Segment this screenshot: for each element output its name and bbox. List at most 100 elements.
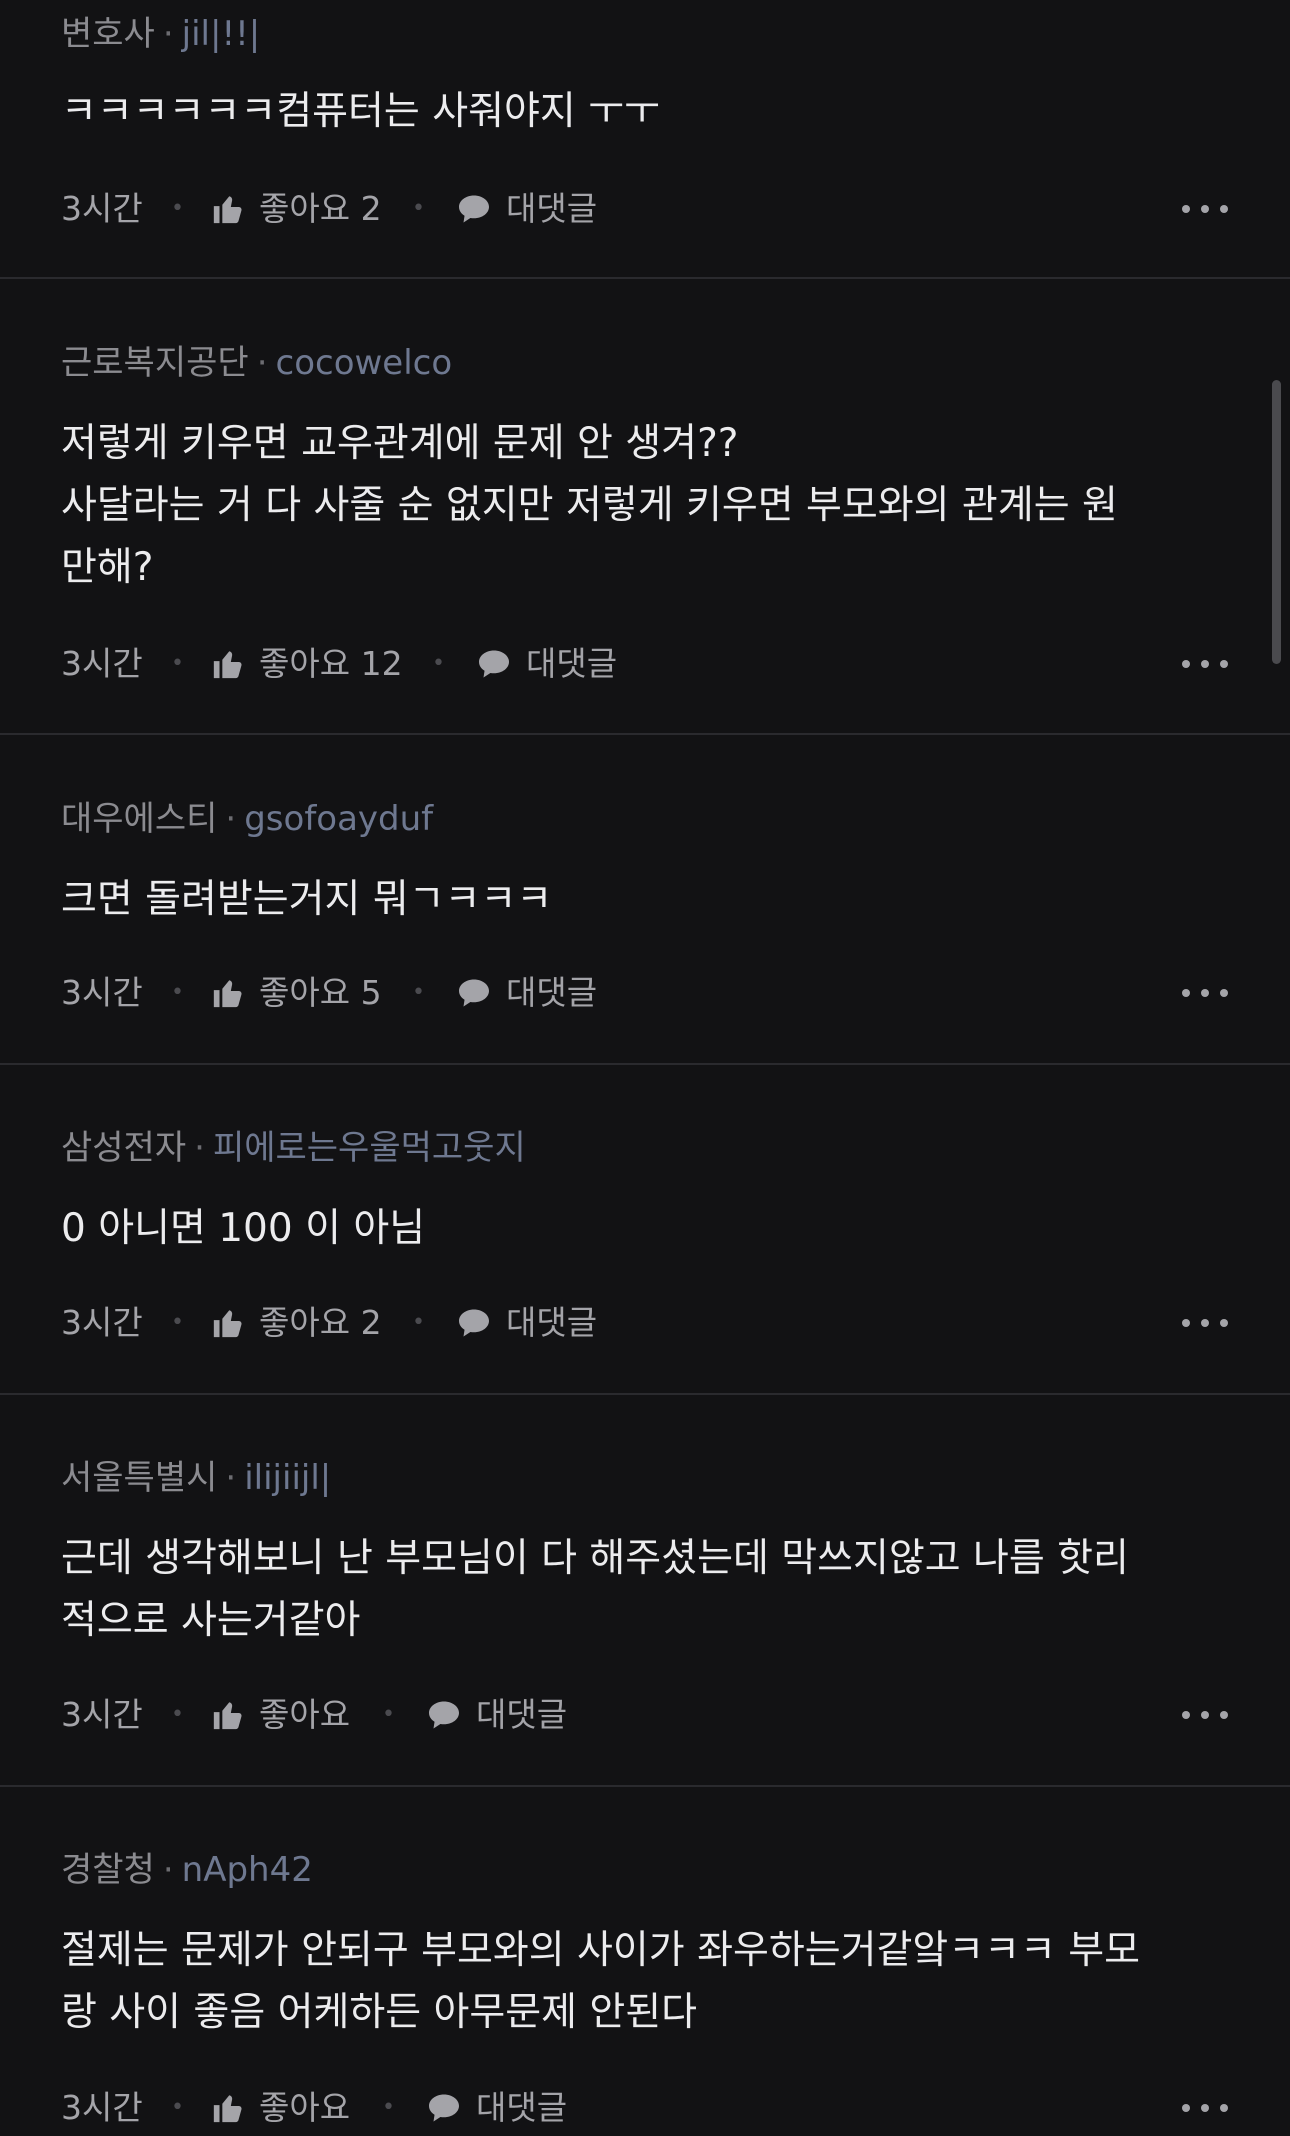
comment-time: 3시간	[61, 973, 143, 1012]
author-company: 삼성전자	[61, 1128, 187, 1168]
author-company: 대우에스티	[61, 799, 218, 839]
speech-bubble-icon	[429, 1701, 459, 1729]
like-label: 좋아요 12	[259, 644, 403, 683]
scrollbar-thumb[interactable]	[1272, 380, 1281, 664]
comment-meta: 3시간 • 좋아요 • 대댓글	[61, 1687, 1229, 1743]
more-options-button[interactable]	[1173, 1295, 1229, 1351]
reply-label: 대댓글	[476, 2088, 568, 2127]
comment-time: 3시간	[61, 189, 143, 228]
comment-author[interactable]: 대우에스티 · gsofoayduf	[61, 797, 433, 841]
author-company: 경찰청	[61, 1850, 155, 1890]
comment-text: 크면 돌려받는거지 뭐ㄱㅋㅋㅋ	[61, 877, 553, 922]
thumbs-up-icon	[213, 651, 242, 679]
author-nickname: cocowelco	[275, 343, 453, 383]
comment-divider	[0, 1785, 1290, 1787]
thumbs-up-icon	[213, 2095, 242, 2123]
author-separator: ·	[162, 1850, 174, 1890]
author-company: 서울특별시	[61, 1458, 218, 1498]
author-separator: ·	[162, 14, 174, 54]
meta-separator: •	[382, 1702, 395, 1727]
comment-text: ㅋㅋㅋㅋㅋㅋ컴퓨터는 사줘야지 ㅜㅜ	[61, 89, 660, 134]
author-separator: ·	[225, 1458, 237, 1498]
comment-time: 3시간	[61, 2088, 143, 2127]
more-options-button[interactable]	[1173, 181, 1229, 237]
author-separator: ·	[225, 799, 237, 839]
speech-bubble-icon	[429, 2094, 459, 2122]
like-label: 좋아요 2	[259, 189, 382, 228]
speech-bubble-icon	[459, 195, 489, 223]
reply-button[interactable]: 대댓글	[426, 2080, 567, 2136]
more-dots-icon	[1182, 1319, 1228, 1327]
comment-time: 3시간	[61, 1695, 143, 1734]
meta-separator: •	[432, 651, 445, 676]
meta-separator: •	[171, 196, 184, 221]
like-button[interactable]: 좋아요 12	[211, 636, 403, 692]
like-button[interactable]: 좋아요 2	[211, 181, 382, 237]
author-nickname: nAph42	[181, 1850, 313, 1890]
reply-label: 대댓글	[506, 973, 598, 1012]
comment-feed: 변호사 · jil|!!| ㅋㅋㅋㅋㅋㅋ컴퓨터는 사줘야지 ㅜㅜ 3시간 • 좋아요…	[0, 0, 1290, 2132]
more-dots-icon	[1182, 660, 1228, 668]
thumbs-up-icon	[213, 1702, 242, 1730]
like-button[interactable]: 좋아요 2	[211, 1295, 382, 1351]
comment-author[interactable]: 서울특별시 · ilijiijl|	[61, 1456, 331, 1500]
meta-separator: •	[412, 1310, 425, 1335]
like-label: 좋아요	[259, 2088, 351, 2127]
meta-separator: •	[171, 1310, 184, 1335]
author-nickname: ilijiijl|	[244, 1458, 332, 1498]
author-company: 변호사	[61, 14, 155, 54]
author-nickname: gsofoayduf	[244, 799, 434, 839]
reply-button[interactable]: 대댓글	[456, 1295, 597, 1351]
like-button[interactable]: 좋아요	[211, 2080, 350, 2136]
comment-divider	[0, 1063, 1290, 1065]
meta-separator: •	[171, 980, 184, 1005]
more-dots-icon	[1182, 2104, 1228, 2112]
meta-separator: •	[412, 980, 425, 1005]
more-options-button[interactable]	[1173, 636, 1229, 692]
more-options-button[interactable]	[1173, 1687, 1229, 1743]
like-label: 좋아요	[259, 1695, 351, 1734]
speech-bubble-icon	[459, 1309, 489, 1337]
reply-label: 대댓글	[506, 189, 598, 228]
comment-author[interactable]: 삼성전자 · 피에로는우울먹고웃지	[61, 1126, 526, 1170]
thumbs-up-icon	[213, 1310, 242, 1338]
reply-label: 대댓글	[526, 644, 618, 683]
meta-separator: •	[171, 1702, 184, 1727]
more-options-button[interactable]	[1173, 965, 1229, 1021]
reply-label: 대댓글	[506, 1303, 598, 1342]
comment-author[interactable]: 변호사 · jil|!!|	[61, 12, 260, 56]
like-button[interactable]: 좋아요	[211, 1687, 350, 1743]
meta-separator: •	[382, 2095, 395, 2120]
like-button[interactable]: 좋아요 5	[211, 965, 382, 1021]
reply-button[interactable]: 대댓글	[476, 636, 617, 692]
comment-author[interactable]: 경찰청 · nAph42	[61, 1848, 313, 1892]
more-dots-icon	[1182, 1711, 1228, 1719]
comment-meta: 3시간 • 좋아요 12 • 대댓글	[61, 636, 1229, 692]
comment-text: 0 아니면 100 이 아님	[61, 1206, 426, 1251]
speech-bubble-icon	[479, 650, 509, 678]
reply-label: 대댓글	[476, 1695, 568, 1734]
meta-separator: •	[412, 196, 425, 221]
comment-divider	[0, 1393, 1290, 1395]
reply-button[interactable]: 대댓글	[426, 1687, 567, 1743]
author-separator: ·	[194, 1128, 205, 1168]
thumbs-up-icon	[213, 980, 242, 1008]
more-dots-icon	[1182, 989, 1228, 997]
reply-button[interactable]: 대댓글	[456, 181, 597, 237]
comment-text: 근데 생각해보니 난 부모님이 다 해주셨는데 막쓰지않고 나름 핫리 적으로 …	[61, 1536, 1129, 1643]
author-company: 근로복지공단	[61, 343, 249, 383]
more-options-button[interactable]	[1173, 2080, 1229, 2136]
author-nickname: 피에로는우울먹고웃지	[212, 1128, 526, 1168]
meta-separator: •	[171, 651, 184, 676]
author-separator: ·	[256, 343, 268, 383]
comment-author[interactable]: 근로복지공단 · cocowelco	[61, 341, 452, 385]
comment-meta: 3시간 • 좋아요 2 • 대댓글	[61, 1295, 1229, 1351]
author-nickname: jil|!!|	[181, 14, 261, 54]
reply-button[interactable]: 대댓글	[456, 965, 597, 1021]
more-dots-icon	[1182, 205, 1228, 213]
comment-divider	[0, 277, 1290, 279]
speech-bubble-icon	[459, 979, 489, 1007]
like-label: 좋아요 2	[259, 1303, 382, 1342]
like-label: 좋아요 5	[259, 973, 382, 1012]
meta-separator: •	[171, 2095, 184, 2120]
